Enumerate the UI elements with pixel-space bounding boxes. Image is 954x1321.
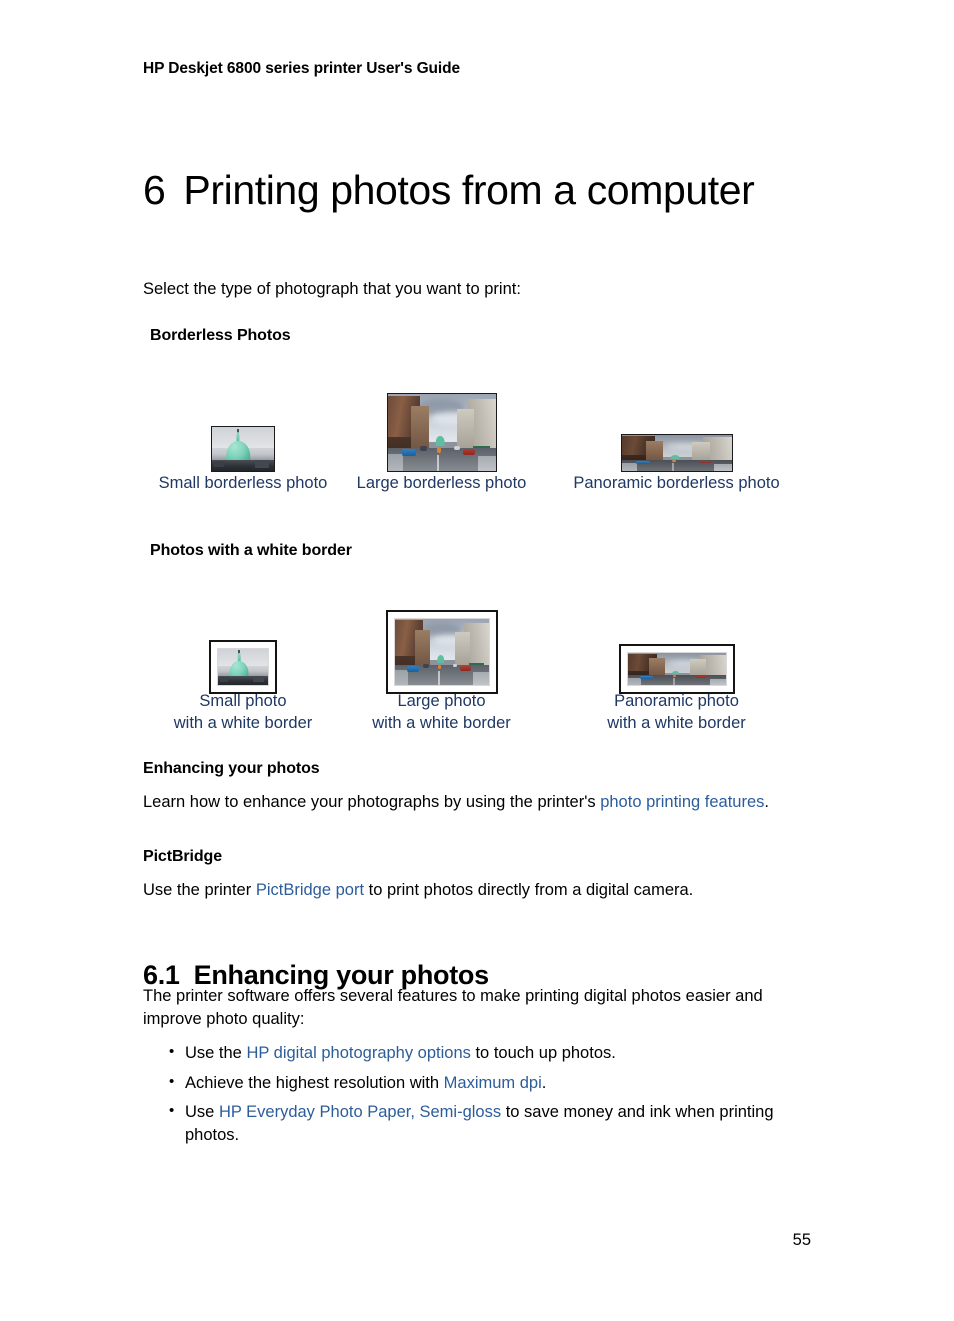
link-hp-everyday-photo-paper-semi-gloss[interactable]: HP Everyday Photo Paper, Semi-gloss: [219, 1103, 501, 1121]
small-bordered-photo-cell[interactable]: [143, 640, 343, 694]
distant-dome: [670, 454, 680, 460]
enhancing-text-before: Learn how to enhance your photographs by…: [143, 793, 601, 811]
red-car: [460, 665, 471, 672]
link-large-photo-white-border[interactable]: Large photo with a white border: [343, 690, 540, 734]
distant-dome: [436, 436, 445, 446]
pavement-right: [709, 678, 726, 685]
red-car: [696, 675, 707, 679]
link-panoramic-borderless-photo[interactable]: Panoramic borderless photo: [540, 472, 813, 494]
borderless-photos-heading: Borderless Photos: [150, 327, 291, 344]
panoramic-bordered-photo-image: [626, 652, 727, 686]
white-border-photo-row: [143, 584, 813, 694]
chapter-number: 6: [143, 167, 166, 214]
pavement-right: [473, 671, 489, 685]
caption-line-2: with a white border: [372, 714, 511, 732]
large-borderless-photo-cell[interactable]: [343, 393, 540, 472]
pavement-left: [387, 454, 403, 471]
orange-car: [437, 447, 442, 453]
running-header: HP Deskjet 6800 series printer User's Gu…: [143, 60, 461, 77]
pictbridge-paragraph: Use the printer PictBridge port to print…: [143, 879, 833, 902]
dark-car: [422, 663, 430, 668]
pictbridge-text-after: to print photos directly from a digital …: [364, 881, 694, 899]
link-panoramic-photo-white-border[interactable]: Panoramic photo with a white border: [540, 690, 813, 734]
bullet-text-before: Use: [185, 1103, 219, 1121]
white-border-photos-heading: Photos with a white border: [150, 542, 352, 559]
pavement-left: [621, 463, 637, 471]
panoramic-bordered-photo-frame[interactable]: [618, 644, 735, 694]
pictbridge-text-before: Use the printer: [143, 881, 256, 899]
small-bordered-photo-image: [217, 648, 269, 686]
distant-dome: [671, 670, 680, 675]
link-small-photo-white-border[interactable]: Small photo with a white border: [143, 690, 343, 734]
list-item: Use the HP digital photography options t…: [167, 1041, 827, 1065]
page-number: 55: [792, 1231, 811, 1249]
rooftops: [218, 676, 268, 685]
small-borderless-photo-cell[interactable]: [143, 426, 343, 472]
caption-line-2: with a white border: [607, 714, 746, 732]
caption-line-1: Panoramic photo: [614, 692, 739, 710]
caption-line-1: Small photo: [199, 692, 287, 710]
bullet-text-before: Achieve the highest resolution with: [185, 1073, 444, 1092]
rooftops: [212, 460, 274, 471]
distant-dome: [436, 655, 445, 664]
pavement-right: [478, 455, 496, 471]
white-car: [454, 446, 460, 451]
blue-car: [640, 675, 653, 679]
small-bordered-photo-frame[interactable]: [209, 640, 277, 694]
panoramic-borderless-photo-cell[interactable]: [540, 434, 813, 472]
link-hp-digital-photography-options[interactable]: HP digital photography options: [246, 1044, 470, 1062]
red-car: [463, 448, 475, 455]
blue-car: [401, 448, 416, 456]
blue-car: [406, 665, 419, 672]
enhancing-paragraph: Learn how to enhance your photographs by…: [143, 791, 803, 814]
link-large-borderless-photo[interactable]: Large borderless photo: [343, 472, 540, 494]
link-photo-printing-features[interactable]: photo printing features: [600, 793, 764, 811]
chapter-intro: Select the type of photograph that you w…: [143, 280, 521, 298]
list-item: Use HP Everyday Photo Paper, Semi-gloss …: [167, 1100, 827, 1146]
pavement-left: [394, 670, 408, 685]
borderless-photo-row: [143, 362, 813, 472]
bullet-text-before: Use the: [185, 1044, 247, 1062]
bullet-text-after: to touch up photos.: [470, 1044, 616, 1062]
caption-line-2: with a white border: [173, 714, 313, 732]
large-bordered-photo-cell[interactable]: [343, 610, 540, 694]
document-page: HP Deskjet 6800 series printer User's Gu…: [0, 0, 954, 1321]
large-bordered-photo-image: [393, 618, 490, 686]
link-maximum-dpi[interactable]: Maximum dpi: [444, 1074, 542, 1092]
enhancing-your-photos-heading: Enhancing your photos: [143, 760, 320, 777]
caption-line-1: Large photo: [397, 692, 486, 710]
link-small-borderless-photo[interactable]: Small borderless photo: [143, 472, 343, 494]
feature-bullet-list: Use the HP digital photography options t…: [167, 1041, 827, 1153]
chapter-title-text: Printing photos from a computer: [183, 167, 755, 214]
enhancing-text-after: .: [764, 793, 769, 811]
large-borderless-photo-image[interactable]: [386, 393, 497, 472]
section-61-intro: The printer software offers several feat…: [143, 987, 763, 1028]
page-title: 6 Printing photos from a computer: [143, 163, 783, 218]
large-bordered-photo-frame[interactable]: [385, 610, 498, 694]
pictbridge-heading: PictBridge: [143, 848, 223, 865]
panoramic-borderless-photo-image[interactable]: [620, 434, 733, 472]
panoramic-bordered-photo-cell[interactable]: [540, 644, 813, 694]
pavement-left: [627, 677, 642, 685]
link-pictbridge-port[interactable]: PictBridge port: [256, 881, 364, 899]
blue-car: [635, 460, 651, 464]
dark-car: [419, 446, 428, 451]
bullet-text-after: .: [541, 1073, 547, 1092]
small-borderless-photo-image[interactable]: [211, 426, 275, 472]
list-item: Achieve the highest resolution with Maxi…: [167, 1071, 827, 1095]
pavement-right: [713, 463, 732, 471]
